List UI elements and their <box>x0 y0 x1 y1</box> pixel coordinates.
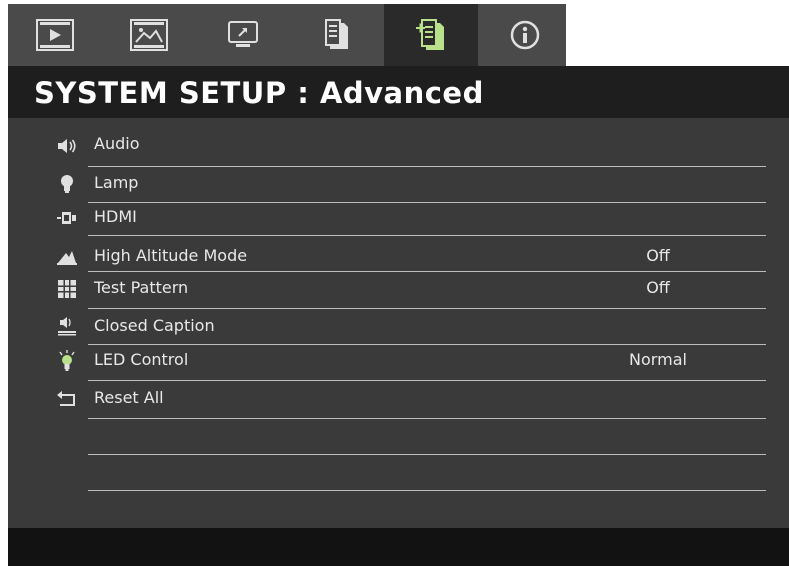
tab-image[interactable] <box>102 4 196 66</box>
menu-item-label: Audio <box>94 134 140 153</box>
divider <box>88 490 766 491</box>
footer-bar <box>8 528 789 566</box>
menu-item-value: Off <box>646 246 670 265</box>
menu-item-label: Reset All <box>94 388 164 407</box>
divider <box>88 271 766 272</box>
divider <box>88 308 766 309</box>
menu-item-label: Closed Caption <box>94 316 215 335</box>
osd-menu-window: SYSTEM SETUP : Advanced Audio Lamp HDMI <box>8 4 789 566</box>
tab-setup-basic[interactable] <box>290 4 384 66</box>
audio-icon <box>56 135 78 157</box>
menu-item-label: High Altitude Mode <box>94 246 248 265</box>
hdmi-icon <box>56 207 78 229</box>
lamp-icon <box>56 173 78 195</box>
reset-icon <box>56 388 78 410</box>
led-icon <box>56 350 78 372</box>
closed-caption-icon <box>56 316 78 338</box>
menu-item-value: Off <box>646 278 670 297</box>
menu-item-label: LED Control <box>94 350 189 369</box>
test-pattern-icon <box>56 278 78 300</box>
display-icon <box>228 21 258 47</box>
tab-display[interactable] <box>196 4 290 66</box>
setup-basic-icon <box>325 19 348 49</box>
info-icon <box>510 20 540 50</box>
title-bar: SYSTEM SETUP : Advanced <box>8 66 789 118</box>
divider <box>88 380 766 381</box>
divider <box>88 418 766 419</box>
settings-menu: Audio Lamp HDMI High Altitude Mode Off T… <box>8 118 789 528</box>
page-title: SYSTEM SETUP : Advanced <box>34 76 484 110</box>
divider <box>88 202 766 203</box>
altitude-icon <box>56 246 78 268</box>
divider <box>88 344 766 345</box>
divider <box>88 166 766 167</box>
tab-bar <box>8 4 566 66</box>
tab-info[interactable] <box>478 4 572 66</box>
divider <box>88 235 766 236</box>
menu-item-label: Test Pattern <box>94 278 189 297</box>
tab-bar-blank <box>566 4 789 66</box>
tab-video[interactable] <box>8 4 102 66</box>
menu-item-value: Normal <box>629 350 687 369</box>
image-icon <box>130 19 168 51</box>
divider <box>88 454 766 455</box>
tab-setup-advanced[interactable] <box>384 4 478 66</box>
setup-advanced-icon <box>416 19 444 50</box>
video-icon <box>36 19 74 51</box>
menu-item-label: Lamp <box>94 173 139 192</box>
menu-item-label: HDMI <box>94 207 137 226</box>
